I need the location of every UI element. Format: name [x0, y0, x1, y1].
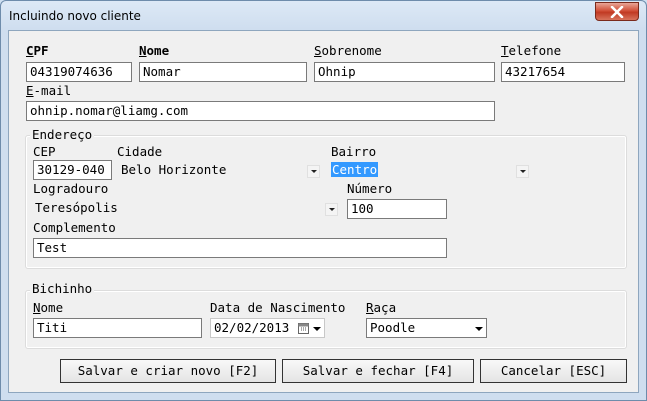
save-new-button[interactable]: Salvar e criar novo [F2]	[60, 359, 276, 383]
nascimento-value: 02/02/2013	[214, 320, 290, 335]
raca-value: Poodle	[370, 320, 416, 335]
complemento-label: Complemento	[33, 220, 116, 235]
nome-input[interactable]: Nomar	[139, 62, 307, 82]
nascimento-dropdown-icon[interactable]	[313, 327, 321, 331]
nascimento-label: Data de Nascimento	[210, 300, 346, 315]
dialog-content: CPF Nome Sobrenome Telefone 04319074636 …	[8, 30, 639, 393]
cep-label: CEP	[33, 144, 56, 159]
bichinho-legend: Bichinho	[30, 281, 95, 296]
email-input[interactable]: ohnip.nomar@liamg.com	[26, 101, 495, 121]
nascimento-datepicker[interactable]: 02/02/2013	[210, 318, 325, 338]
telefone-input[interactable]: 43217654	[501, 62, 625, 82]
endereco-legend: Endereço	[30, 127, 95, 142]
cidade-label: Cidade	[117, 144, 163, 159]
close-button[interactable]	[595, 2, 639, 21]
cidade-dropdown-icon[interactable]	[307, 165, 320, 178]
logradouro-dropdown-icon[interactable]	[325, 203, 338, 216]
title-bar[interactable]: Incluindo novo cliente	[1, 1, 646, 29]
complemento-input[interactable]: Test	[33, 238, 447, 258]
raca-select[interactable]: Poodle	[366, 318, 487, 338]
calendar-icon[interactable]	[298, 322, 310, 334]
logradouro-combo[interactable]: Teresópolis	[35, 198, 118, 218]
bairro-combo[interactable]: Centro	[331, 160, 379, 180]
raca-dropdown-icon	[475, 327, 483, 331]
cidade-combo[interactable]: Belo Horizonte	[121, 160, 226, 180]
numero-label: Número	[347, 181, 393, 196]
nome-label: Nome	[139, 43, 170, 58]
numero-input[interactable]: 100	[347, 199, 447, 219]
cancel-button[interactable]: Cancelar [ESC]	[480, 359, 627, 383]
pet-nome-label: Nome	[33, 300, 64, 315]
telefone-label: Telefone	[501, 43, 562, 58]
dialog-window: Incluindo novo cliente CPF Nome Sobrenom…	[0, 0, 647, 401]
cpf-input[interactable]: 04319074636	[26, 62, 132, 82]
raca-label: Raça	[366, 300, 397, 315]
pet-nome-input[interactable]: Titi	[33, 318, 202, 338]
email-label: E-mail	[26, 83, 72, 98]
logradouro-label: Logradouro	[33, 181, 109, 196]
sobrenome-input[interactable]: Ohnip	[314, 62, 495, 82]
bairro-selected-text: Centro	[331, 162, 379, 177]
save-close-button[interactable]: Salvar e fechar [F4]	[282, 359, 474, 383]
bairro-label: Bairro	[331, 144, 377, 159]
cpf-label: CPF	[26, 43, 49, 58]
cep-input[interactable]: 30129-040	[33, 160, 112, 180]
bairro-dropdown-icon[interactable]	[516, 165, 529, 178]
sobrenome-label: Sobrenome	[314, 43, 382, 58]
window-title: Incluindo novo cliente	[9, 9, 141, 23]
close-icon	[610, 6, 624, 18]
